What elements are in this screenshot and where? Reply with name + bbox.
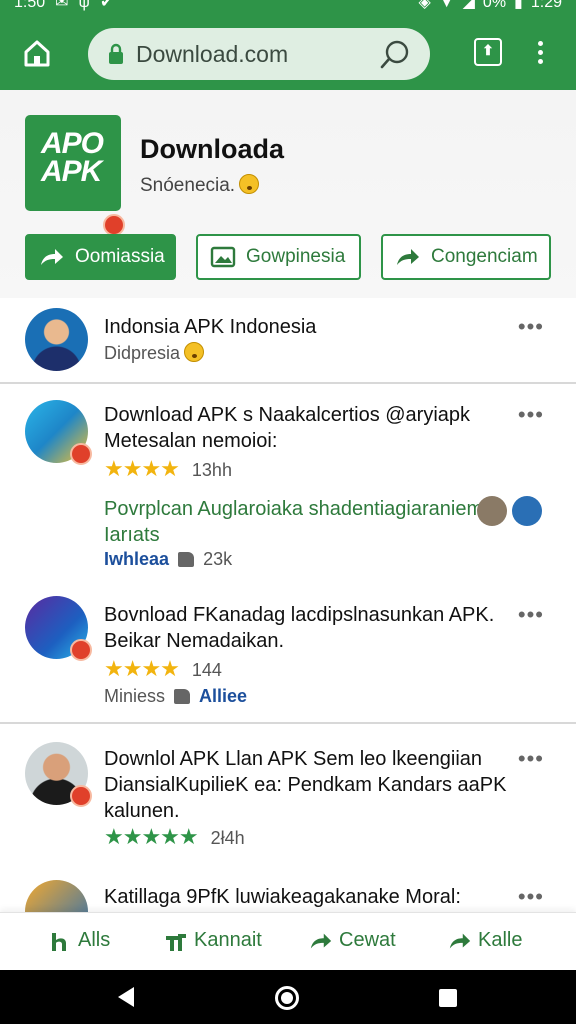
lock-icon (109, 43, 123, 64)
avatar (477, 496, 507, 526)
avatar (25, 400, 92, 465)
item-title: Bovnload FKanadag lacdipslnasunkan APK. … (104, 604, 495, 652)
item-title: Download APK s Naakalcertios @aryiapk Me… (104, 404, 471, 452)
more-options-icon[interactable]: ••• (518, 402, 544, 428)
stars-icon: ★★★★ (104, 456, 180, 481)
nav-item-kalle[interactable]: Kalle (448, 929, 522, 952)
app-subtitle: Snóenecia. (140, 174, 260, 197)
nav-item-kannait[interactable]: Kannait (164, 929, 262, 952)
avatar (25, 880, 88, 912)
emoji-icon (239, 174, 260, 194)
browser-toolbar: Download.com ⬆ (0, 14, 576, 90)
overflow-menu-icon[interactable] (530, 38, 550, 68)
avatar (25, 596, 92, 661)
app-title: Downloada (140, 134, 285, 164)
share-arrow-icon (41, 249, 63, 265)
share-arrow-icon (449, 933, 471, 948)
app-header: APO APK Downloada Snóenecia. Oomiassia G… (0, 90, 576, 298)
signal-icon: ψ (78, 0, 90, 11)
item-title: Katillaga 9PfK luwiakeagakanake Moral: (104, 886, 461, 908)
item-meta: Didpresia (104, 342, 205, 364)
thumbs-up-icon[interactable] (174, 689, 191, 704)
system-nav-bar (0, 970, 576, 1024)
list-item[interactable]: Bovnload FKanadag lacdipslnasunkan APK. … (0, 584, 576, 722)
avatar (25, 742, 92, 807)
nav-item-alls[interactable]: Alls (48, 929, 110, 952)
list-item[interactable]: Indonsia APK Indonesia Didpresia ••• (0, 298, 576, 382)
item-title: Indonsia APK Indonesia (104, 316, 317, 338)
mail-icon: ✉ (55, 0, 69, 11)
gallery-button[interactable]: Gowpinesia (196, 234, 361, 280)
battery-icon: ▮ (514, 0, 523, 11)
badge-icon (70, 785, 92, 807)
wifi-icon: ▼ (438, 0, 455, 11)
address-bar[interactable]: Download.com (88, 28, 430, 80)
share-arrow-icon (310, 933, 332, 948)
image-icon (210, 246, 236, 268)
recents-icon[interactable] (439, 989, 457, 1007)
url-text[interactable]: Download.com (136, 41, 288, 68)
cell-signal-icon: ◢ (462, 0, 475, 11)
status-clock: 1:29 (530, 0, 562, 11)
tools-icon (166, 933, 186, 951)
vibrate-icon: ◈ (418, 0, 431, 11)
item-title: Downlol APK Llan APK Sem leo lkeengiian … (104, 748, 507, 822)
list-item[interactable]: Katillaga 9PfK luwiakeagakanake Moral: •… (0, 874, 576, 912)
status-time: 1:50 (14, 0, 46, 11)
tabs-icon[interactable]: ⬆ (474, 38, 502, 66)
more-options-icon[interactable]: ••• (518, 314, 544, 340)
badge-icon (70, 443, 92, 465)
home-alt-icon (52, 932, 66, 951)
item-footer: Iwhleaa 23k (104, 549, 233, 569)
home-circle-icon[interactable] (275, 986, 299, 1010)
badge-icon (70, 639, 92, 661)
more-options-icon[interactable]: ••• (518, 746, 544, 772)
more-options-icon[interactable]: ••• (518, 884, 544, 910)
stars-icon: ★★★★ (104, 656, 180, 681)
rating: ★★★★ 13hh (104, 456, 232, 481)
rating: ★★★★ 144 (104, 656, 222, 681)
home-icon[interactable] (18, 34, 56, 72)
bottom-nav: Alls Kannait Cewat Kalle (0, 912, 576, 970)
thumbs-up-icon[interactable] (178, 552, 195, 567)
forward-button[interactable]: Congenciam (381, 234, 551, 280)
item-footer: Miniess Alliee (104, 686, 248, 706)
battery-percent: 0% (482, 0, 507, 11)
nav-item-cewat[interactable]: Cewat (309, 929, 396, 952)
avatar (512, 496, 542, 526)
list-item[interactable]: Download APK s Naakalcertios @aryiapk Me… (0, 384, 576, 584)
check-icon: ✔ (99, 0, 114, 11)
stars-icon: ★★★★★ (104, 824, 199, 849)
app-logo: APO APK (25, 115, 125, 236)
promo-text[interactable]: Povrplcan Auglaroiaka shadentiagiaraniem… (104, 496, 483, 548)
list-item[interactable]: Downlol APK Llan APK Sem leo lkeengiian … (0, 724, 576, 874)
avatar (25, 308, 88, 371)
back-icon[interactable] (118, 987, 134, 1007)
share-button[interactable]: Oomiassia (25, 234, 176, 280)
status-bar: 1:50 ✉ ψ ✔ ◈ ▼ ◢ 0% ▮ 1:29 (0, 0, 576, 14)
share-arrow-icon (397, 249, 419, 265)
rating: ★★★★★ 2ł4h (104, 824, 245, 849)
more-options-icon[interactable]: ••• (518, 602, 544, 628)
badge-icon (103, 214, 125, 236)
emoji-icon (184, 342, 205, 362)
search-icon[interactable] (378, 38, 412, 72)
